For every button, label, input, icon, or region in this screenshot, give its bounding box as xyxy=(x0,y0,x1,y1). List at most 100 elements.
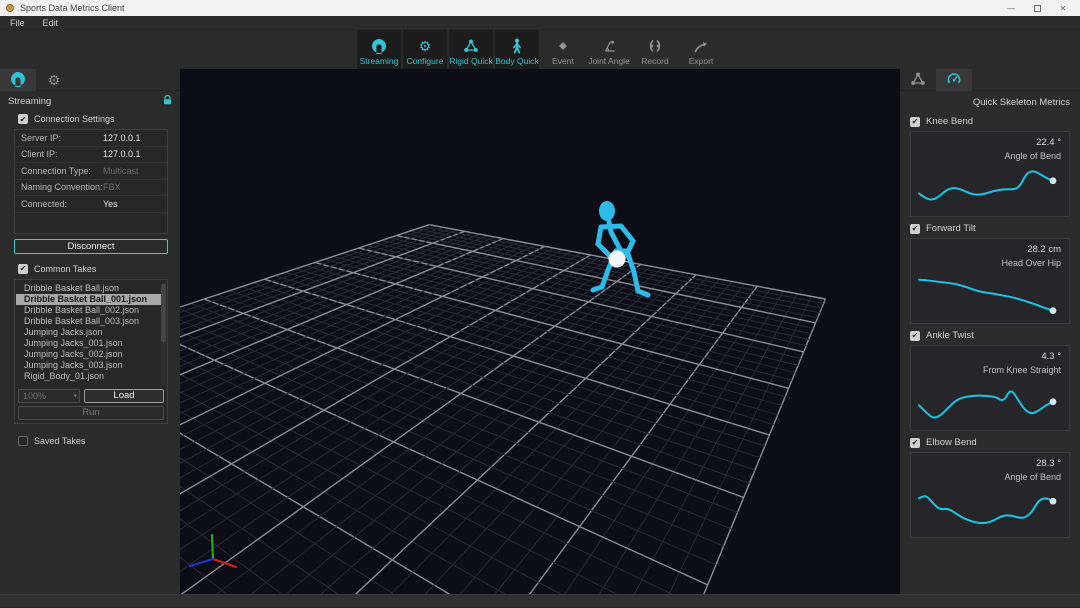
field-value[interactable]: 127.0.0.1 xyxy=(103,149,141,159)
takes-file-list[interactable]: Dribble Basket Ball.jsonDribble Basket B… xyxy=(16,283,166,386)
common-takes-toggle[interactable]: ✔ Common Takes xyxy=(0,261,180,277)
field-value[interactable]: 127.0.0.1 xyxy=(103,133,141,143)
sparkline xyxy=(911,481,1061,537)
metric-chart: 4.3 °From Knee Straight xyxy=(910,345,1070,431)
common-takes-group: Dribble Basket Ball.jsonDribble Basket B… xyxy=(14,279,168,424)
take-file-item[interactable]: Dribble Basket Ball_003.json xyxy=(16,316,166,327)
right-panel: Quick Skeleton Metrics ✔Knee Bend22.4 °A… xyxy=(900,69,1080,594)
status-bar xyxy=(0,594,1080,607)
lock-icon[interactable] xyxy=(163,95,172,108)
metrics-container: ✔Knee Bend 22.4 °Angle of Bend ✔ Forward Ti… xyxy=(900,114,1080,538)
connection-settings-group: Server IP:127.0.0.1Client IP:127.0.0.1Co… xyxy=(14,129,168,234)
metric-label: Elbow Bend xyxy=(926,437,977,448)
metric-checkbox[interactable]: ✔ xyxy=(910,224,920,234)
metric-chart: 22.4 °Angle of Bend xyxy=(910,131,1070,217)
toolbar-button-label: Event xyxy=(552,56,574,66)
playback-speed-select[interactable]: 100% ▾ xyxy=(18,389,80,403)
take-file-item[interactable]: Jumping Jacks_001.json xyxy=(16,338,166,349)
take-file-item[interactable]: Jumping Jacks_003.json xyxy=(16,360,166,371)
main-toolbar: Streaming ⚙ConfigureRigid QuickBody Quick… xyxy=(0,30,1080,69)
saved-takes-toggle[interactable]: ✔ Saved Takes xyxy=(0,433,180,449)
rigid-body-icon xyxy=(910,71,926,89)
right-tab-gauge[interactable] xyxy=(936,69,972,91)
connection-field-row: Server IP:127.0.0.1 xyxy=(15,130,167,147)
field-label: Naming Convention: xyxy=(15,182,103,192)
take-file-item[interactable]: Jumping Jacks.json xyxy=(16,327,166,338)
maximize-button[interactable] xyxy=(1024,0,1050,16)
export-toolbar-button[interactable]: Export xyxy=(679,30,723,69)
sparkline xyxy=(911,160,1061,216)
connection-field-row: Naming Convention:FBX xyxy=(15,180,167,197)
toolbar-button-label: Rigid Quick xyxy=(449,56,492,66)
common-takes-label: Common Takes xyxy=(34,264,96,274)
gear-icon: ⚙ xyxy=(419,36,432,56)
minimize-button[interactable]: — xyxy=(998,0,1024,16)
body-toolbar-button[interactable]: Body Quick xyxy=(495,30,539,69)
sparkline xyxy=(911,374,1061,430)
left-tab-gear[interactable]: ⚙ xyxy=(36,69,72,91)
common-takes-checkbox[interactable]: ✔ xyxy=(18,264,28,274)
right-panel-tabs xyxy=(900,69,1080,91)
menu-edit[interactable]: Edit xyxy=(41,18,61,28)
axis-gizmo xyxy=(180,69,900,594)
metric-label: Forward Tilt xyxy=(926,223,976,234)
sparkline xyxy=(911,267,1061,323)
metric-chart: 28.3 °Angle of Bend xyxy=(910,452,1070,538)
connection-settings-toggle[interactable]: ✔ Connection Settings xyxy=(0,111,180,127)
toolbar-button-label: Export xyxy=(689,56,714,66)
streaming-icon xyxy=(371,36,387,56)
metric-chart: 28.2 cmHead Over Hip xyxy=(910,238,1070,324)
app-icon xyxy=(6,4,14,12)
scrollbar-thumb[interactable] xyxy=(161,284,166,342)
field-value[interactable]: Yes xyxy=(103,199,118,209)
window-title: Sports Data Metrics Client xyxy=(20,3,125,13)
joint-angle-icon xyxy=(601,36,617,56)
toolbar-button-label: Record xyxy=(641,56,668,66)
toolbar-button-label: Streaming xyxy=(360,56,399,66)
toolbar-button-label: Joint Angle xyxy=(588,56,630,66)
right-tab-rigid-body[interactable] xyxy=(900,69,936,91)
metric-header[interactable]: ✔ Forward Tilt xyxy=(900,221,1080,236)
metric-header[interactable]: ✔Knee Bend xyxy=(900,114,1080,129)
metric-value: 28.2 cm xyxy=(1027,244,1061,255)
run-button[interactable]: Run xyxy=(18,406,164,420)
joint-angle-toolbar-button[interactable]: Joint Angle xyxy=(587,30,631,69)
take-file-item[interactable]: Dribble Basket Ball.json xyxy=(16,283,166,294)
list-scrollbar[interactable] xyxy=(161,283,166,386)
saved-takes-label: Saved Takes xyxy=(34,436,85,446)
field-value[interactable]: Multicast xyxy=(103,166,139,176)
rigid-body-toolbar-button[interactable]: Rigid Quick xyxy=(449,30,493,69)
saved-takes-checkbox[interactable]: ✔ xyxy=(18,436,28,446)
metric-block: ✔ Ankle Twist 4.3 °From Knee Straight xyxy=(900,328,1080,431)
metric-header[interactable]: ✔ Elbow Bend xyxy=(900,435,1080,450)
export-icon xyxy=(693,36,709,56)
take-file-item[interactable]: Rigid_Body_01.json xyxy=(16,371,166,382)
event-toolbar-button[interactable]: Event xyxy=(541,30,585,69)
metric-header[interactable]: ✔ Ankle Twist xyxy=(900,328,1080,343)
take-file-item[interactable]: Jumping Jacks_002.json xyxy=(16,349,166,360)
load-button[interactable]: Load xyxy=(84,389,164,403)
metric-value: 22.4 ° xyxy=(1036,137,1061,148)
gear-toolbar-button[interactable]: ⚙Configure xyxy=(403,30,447,69)
metric-checkbox[interactable]: ✔ xyxy=(910,117,920,127)
disconnect-button[interactable]: Disconnect xyxy=(14,239,168,254)
3d-viewport[interactable] xyxy=(180,69,900,594)
menu-file[interactable]: File xyxy=(8,18,27,28)
record-toolbar-button[interactable]: Record xyxy=(633,30,677,69)
left-tab-streaming[interactable] xyxy=(0,69,36,91)
field-value[interactable]: FBX xyxy=(103,182,121,192)
metric-checkbox[interactable]: ✔ xyxy=(910,331,920,341)
take-file-item[interactable]: Dribble Basket Ball_002.json xyxy=(16,305,166,316)
take-file-item[interactable]: Dribble Basket Ball_001.json xyxy=(16,294,166,305)
connection-settings-label: Connection Settings xyxy=(34,114,115,124)
metric-checkbox[interactable]: ✔ xyxy=(910,438,920,448)
close-button[interactable]: ✕ xyxy=(1050,0,1076,16)
streaming-toolbar-button[interactable]: Streaming xyxy=(357,30,401,69)
axis-x xyxy=(213,559,236,567)
connection-settings-checkbox[interactable]: ✔ xyxy=(18,114,28,124)
metric-block: ✔ Elbow Bend 28.3 °Angle of Bend xyxy=(900,435,1080,538)
metric-label: Ankle Twist xyxy=(926,330,974,341)
connection-field-row: Client IP:127.0.0.1 xyxy=(15,147,167,164)
body-icon xyxy=(509,36,525,56)
event-icon xyxy=(555,36,571,56)
